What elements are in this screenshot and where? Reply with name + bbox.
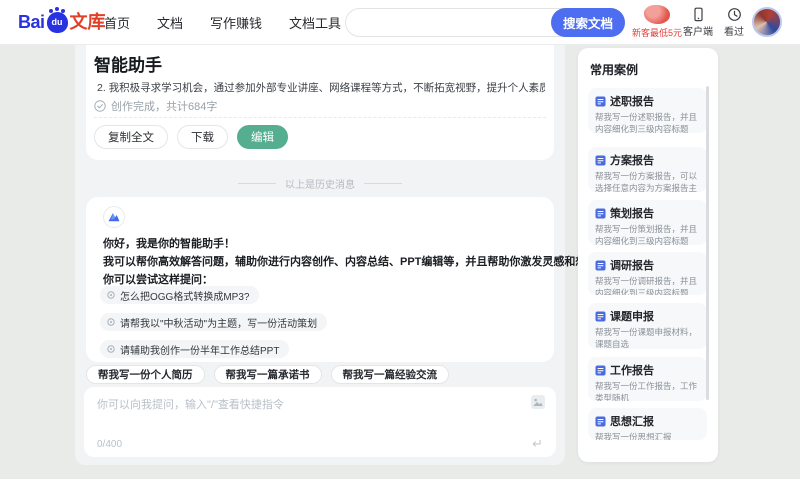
sidebar-scrollbar[interactable] (706, 86, 709, 400)
greeting-line-2: 我可以帮你高效解答问题，辅助你进行内容创作、内容总结、PPT编辑等，并且帮助你激… (103, 256, 609, 268)
case-item-keti[interactable]: 课题申报 帮我写一份课题申报材料，课题自选 (588, 303, 707, 349)
case-item-sixiang[interactable]: 思想汇报 帮我写一份思想汇报 (588, 408, 707, 440)
viewed-label: 看过 (724, 27, 744, 38)
nav-item-docs[interactable]: 文档 (157, 13, 183, 32)
baidu-paw-icon: du (46, 8, 68, 33)
case-item-gongzuo[interactable]: 工作报告 帮我写一份工作报告，工作类型随机 (588, 357, 707, 401)
greeting-line-1: 你好，我是你的智能助手！ (103, 238, 235, 250)
report-doc-icon (595, 365, 606, 375)
search-docs-button[interactable]: 搜索文档 (551, 8, 625, 37)
message-input[interactable] (97, 396, 507, 436)
image-upload-icon[interactable] (530, 394, 546, 415)
nav-item-tools[interactable]: 文档工具 (289, 13, 341, 32)
common-cases-sidebar: 常用案例 述职报告 帮我写一份述职报告，并且内容细化到三级内容标题 方案报告 帮… (578, 48, 718, 462)
report-doc-icon (595, 416, 606, 426)
report-doc-icon (595, 260, 606, 270)
logo-text-bai: Bai (18, 12, 45, 32)
message-actions: 复制全文 下载 编辑 (94, 125, 288, 149)
report-doc-icon (595, 155, 606, 165)
history-divider: 以上是历史消息 (75, 176, 565, 191)
char-counter: 0/400 (97, 439, 123, 450)
history-divider-label: 以上是历史消息 (285, 180, 355, 191)
clock-icon (727, 8, 741, 21)
phone-icon (693, 7, 703, 22)
case-title: 方案报告 (610, 155, 654, 167)
top-navbar: Bai du 文库 首页 文档 写作赚钱 文档工具 更多 搜索文档 新客最低5元… (0, 0, 800, 45)
quick-prompts-row: 帮我写一份个人简历 帮我写一篇承诺书 帮我写一篇经验交流 (86, 365, 449, 384)
user-avatar[interactable] (752, 7, 782, 37)
nav-item-home[interactable]: 首页 (104, 13, 130, 32)
greeting-line-3: 你可以尝试这样提问： (103, 274, 213, 286)
suggestion-chip[interactable]: 请辅助我创作一份半年工作总结PPT (100, 340, 290, 358)
quick-prompt-chip[interactable]: 帮我写一份个人简历 (86, 365, 205, 384)
creation-status: 创作完成，共计684字 (94, 98, 217, 114)
case-item-shuzhi[interactable]: 述职报告 帮我写一份述职报告，并且内容细化到三级内容标题 (588, 88, 707, 133)
history-message-text: 2. 我积极寻求学习机会，通过参加外部专业讲座、网络课程等方式，不断拓宽视野，提… (97, 82, 545, 94)
suggestion-label: 怎么把OGG格式转换成MP3? (120, 291, 250, 303)
client-label: 客户端 (683, 27, 713, 38)
message-composer: 0/400 ↵ (84, 387, 556, 457)
dashed-divider (94, 117, 546, 118)
copy-all-button[interactable]: 复制全文 (94, 125, 168, 149)
suggestion-label: 请辅助我创作一份半年工作总结PPT (120, 345, 280, 357)
case-title: 调研报告 (610, 260, 654, 272)
quick-prompt-chip[interactable]: 帮我写一篇承诺书 (213, 365, 322, 384)
nav-item-earn[interactable]: 写作赚钱 (210, 13, 262, 32)
case-title: 课题申报 (610, 311, 654, 323)
assistant-panel: 智能助手 2. 我积极寻求学习机会，通过参加外部专业讲座、网络课程等方式，不断拓… (75, 45, 608, 465)
promo-mascot-icon (644, 5, 670, 24)
case-title: 策划报告 (610, 208, 654, 220)
case-item-diaoyan[interactable]: 调研报告 帮我写一份调研报告，并且内容细化到三级内容标题 (588, 252, 707, 295)
status-text: 创作完成，共计684字 (111, 101, 218, 113)
assistant-logo-icon (108, 213, 120, 222)
case-title: 思想汇报 (610, 416, 654, 428)
case-title: 述职报告 (610, 96, 654, 108)
download-button[interactable]: 下载 (177, 125, 228, 149)
case-desc: 帮我写一份思想汇报 (595, 432, 672, 440)
quick-prompt-chip[interactable]: 帮我写一篇经验交流 (330, 365, 449, 384)
case-item-cehua[interactable]: 策划报告 帮我写一份策划报告，并且内容细化到三级内容标题 (588, 200, 707, 245)
logo-text-wenku: 文库 (69, 12, 106, 32)
suggestion-chip[interactable]: 请帮我以"中秋活动"为主题，写一份活动策划 (100, 313, 328, 331)
case-desc: 帮我写一份工作报告，工作类型随机 (595, 381, 698, 401)
search-input[interactable] (360, 10, 545, 35)
history-message-card: 智能助手 2. 我积极寻求学习机会，通过参加外部专业讲座、网络课程等方式，不断拓… (86, 45, 554, 160)
case-desc: 帮我写一份策划报告，并且内容细化到三级内容标题 (595, 224, 698, 245)
viewed-history-entry[interactable]: 看过 (712, 6, 756, 38)
case-desc: 帮我写一份调研报告，并且内容细化到三级内容标题 (595, 276, 698, 295)
bullet-circle-icon (107, 318, 115, 326)
case-desc: 帮我写一份课题申报材料，课题自选 (595, 327, 698, 349)
bullet-circle-icon (107, 291, 115, 299)
check-circle-icon (94, 100, 106, 112)
case-title: 工作报告 (610, 365, 654, 377)
page: Bai du 文库 首页 文档 写作赚钱 文档工具 更多 搜索文档 新客最低5元… (0, 0, 800, 479)
baidu-wenku-logo[interactable]: Bai du 文库 (18, 8, 106, 33)
page-title: 智能助手 (94, 56, 162, 75)
report-doc-icon (595, 311, 606, 321)
sidebar-title: 常用案例 (590, 63, 639, 77)
enter-send-icon[interactable]: ↵ (532, 436, 543, 452)
search-box: 搜索文档 (345, 8, 625, 37)
assistant-greeting-card: 你好，我是你的智能助手！ 我可以帮你高效解答问题，辅助你进行内容创作、内容总结、… (86, 197, 608, 362)
suggestion-label: 请帮我以"中秋活动"为主题，写一份活动策划 (120, 318, 318, 330)
case-desc: 帮我写一份方案报告，可以选择任意内容为方案报告主题 (595, 171, 698, 192)
case-item-fangan[interactable]: 方案报告 帮我写一份方案报告，可以选择任意内容为方案报告主题 (588, 147, 707, 192)
bullet-circle-icon (107, 345, 115, 353)
case-desc: 帮我写一份述职报告，并且内容细化到三级内容标题 (595, 112, 698, 133)
assistant-avatar (103, 206, 125, 228)
report-doc-icon (595, 96, 606, 106)
report-doc-icon (595, 208, 606, 218)
edit-button[interactable]: 编辑 (237, 125, 288, 149)
suggestion-chip[interactable]: 怎么把OGG格式转换成MP3? (100, 286, 260, 304)
